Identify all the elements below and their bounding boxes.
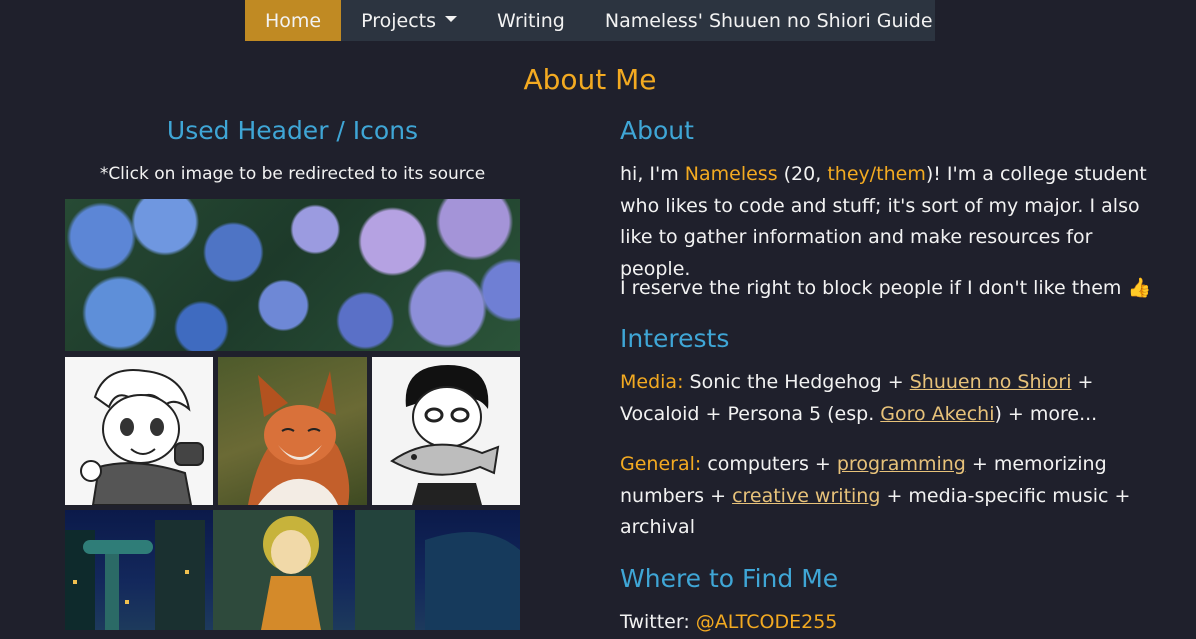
about-text: hi, I'm <box>620 163 685 185</box>
nav-writing-label: Writing <box>497 9 565 32</box>
header-icons-heading: Used Header / Icons <box>166 116 419 145</box>
caret-down-icon <box>445 15 458 22</box>
goro-akechi-link[interactable]: Goro Akechi <box>880 403 994 425</box>
media-interests-paragraph: Media: Sonic the Hedgehog + Shuuen no Sh… <box>620 367 1165 430</box>
icon-image-night-city[interactable] <box>65 510 520 630</box>
name-highlight: Nameless <box>684 163 778 185</box>
interest-text: computers + <box>701 453 837 475</box>
shuuen-no-shiori-link[interactable]: Shuuen no Shiori <box>910 371 1072 393</box>
character-with-fish-drawing <box>390 365 500 505</box>
interest-text: Sonic the Hedgehog + <box>683 371 910 393</box>
nav-guide[interactable]: Nameless' Shuuen no Shiori Guide <box>585 0 953 41</box>
nav-home-label: Home <box>265 9 322 32</box>
image-source-note: *Click on image to be redirected to its … <box>99 164 486 184</box>
pronouns-highlight: they/them <box>827 163 926 185</box>
nav-home[interactable]: Home <box>245 0 342 41</box>
creative-writing-link[interactable]: creative writing <box>732 485 880 507</box>
block-policy-paragraph: I reserve the right to block people if I… <box>620 277 1152 299</box>
about-text: (20, <box>777 163 828 185</box>
manga-character-drawing <box>80 369 204 505</box>
interest-text: ) + more... <box>994 402 1098 425</box>
icon-image-fox[interactable] <box>218 357 367 505</box>
fox-drawing <box>248 371 350 505</box>
nav-guide-label: Nameless' Shuuen no Shiori Guide <box>604 9 933 32</box>
top-navbar: Home Projects Writing Nameless' Shuuen n… <box>245 0 935 41</box>
programming-link[interactable]: programming <box>837 453 966 475</box>
general-label: General: <box>620 453 702 475</box>
about-heading: About <box>620 116 694 145</box>
nav-projects-label: Projects <box>361 9 437 32</box>
page-title: About Me <box>523 63 657 96</box>
interests-heading: Interests <box>620 324 730 353</box>
icon-image-manga-character[interactable] <box>65 357 213 505</box>
media-label: Media: <box>620 371 684 393</box>
where-to-find-me-heading: Where to Find Me <box>620 564 839 593</box>
twitter-line: Twitter: @ALTCODE255 <box>620 607 1165 639</box>
nav-projects-dropdown[interactable]: Projects <box>341 0 477 41</box>
icon-image-goro-fish[interactable] <box>372 357 520 505</box>
about-intro-paragraph: hi, I'm Nameless (20, they/them)! I'm a … <box>620 159 1165 285</box>
general-interests-paragraph: General: computers + programming + memor… <box>620 449 1165 544</box>
header-image-hydrangeas[interactable] <box>65 199 520 351</box>
night-city-drawing <box>65 510 520 630</box>
nav-writing[interactable]: Writing <box>477 0 585 41</box>
